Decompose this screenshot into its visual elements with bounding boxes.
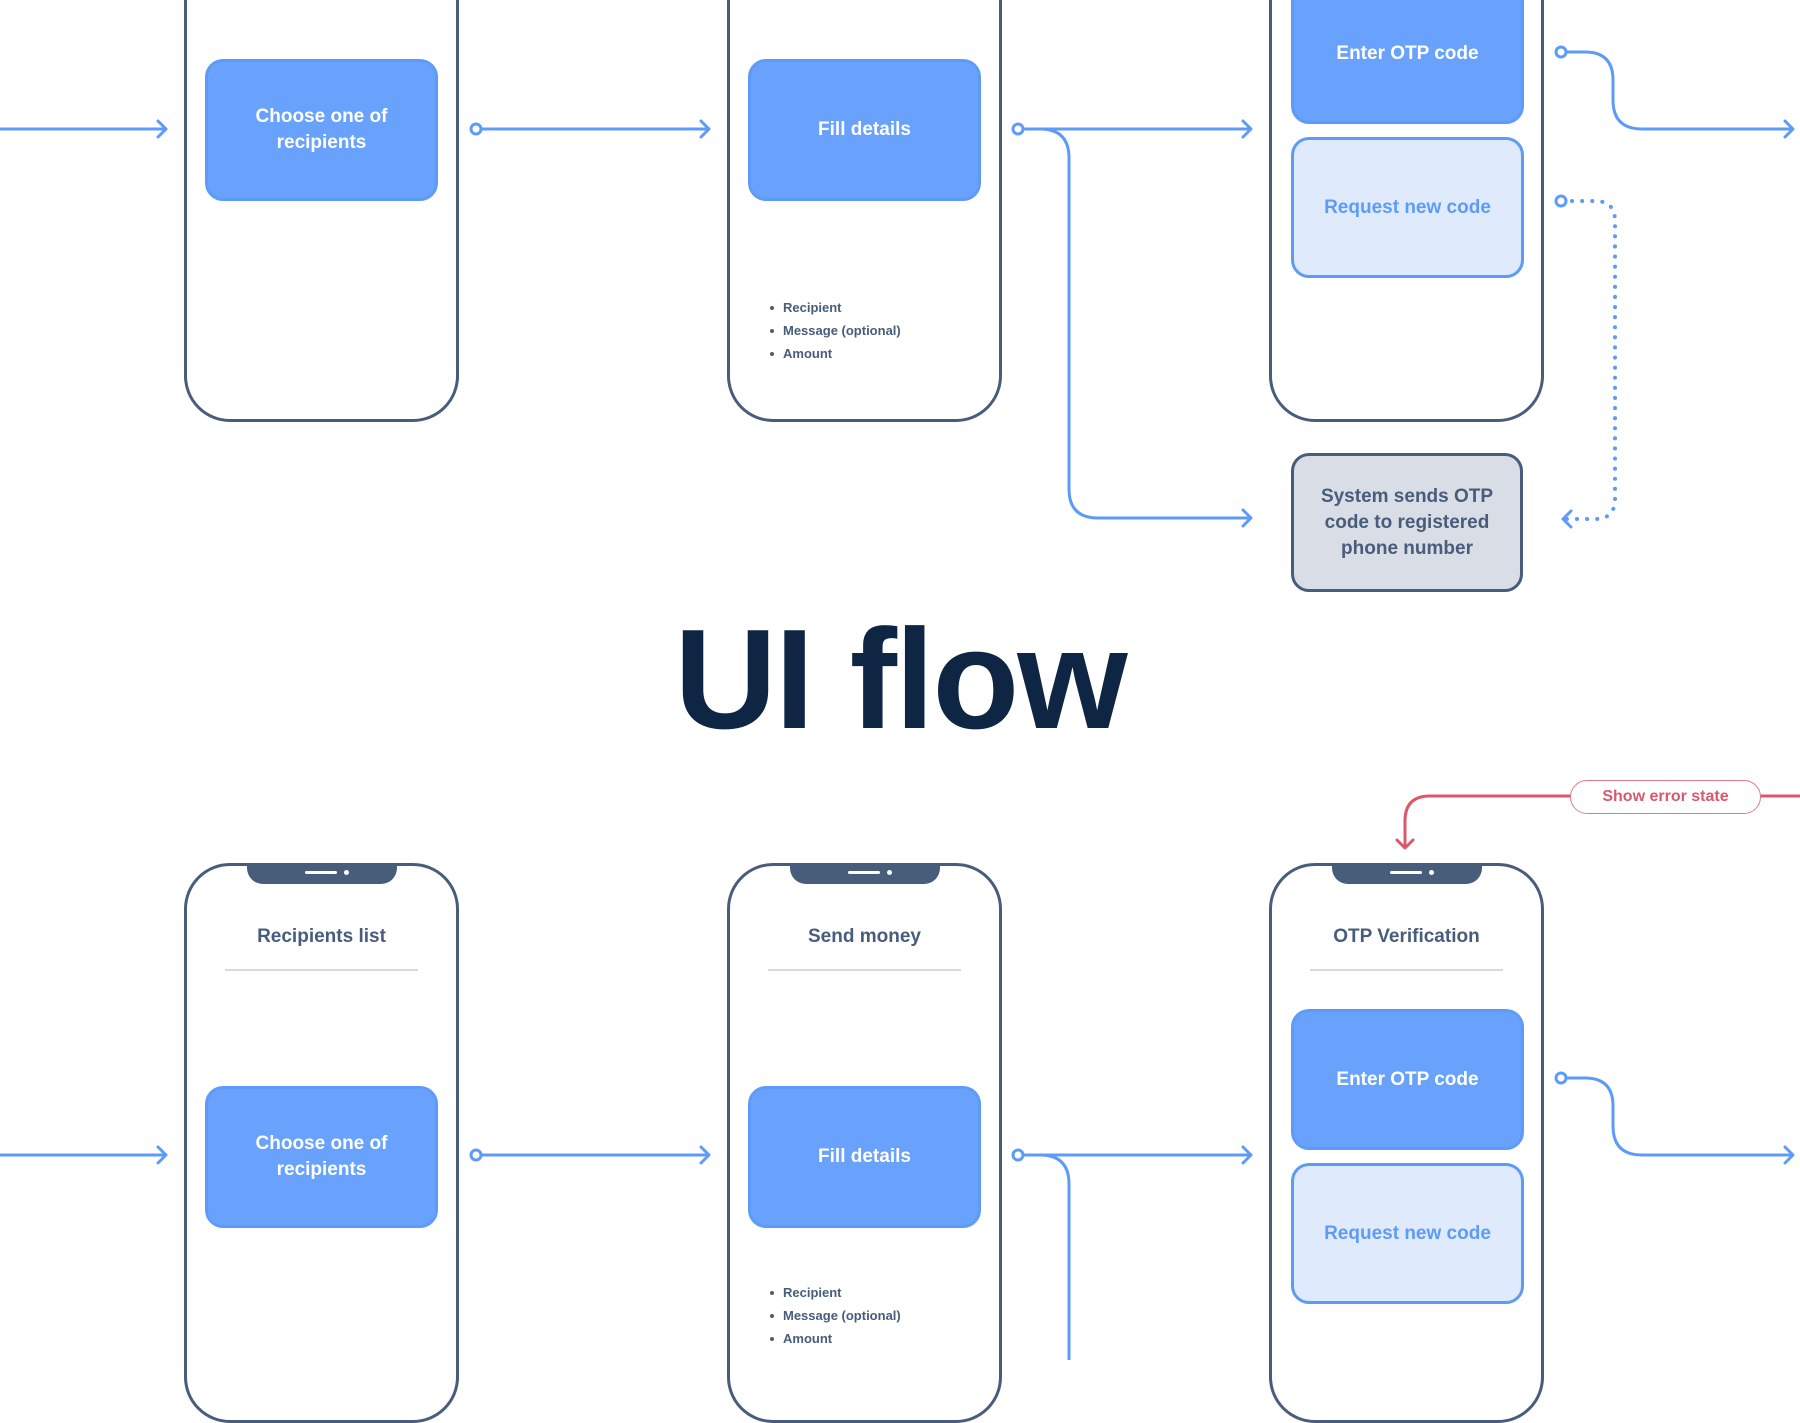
phone-notch — [789, 863, 940, 884]
connector-origin-dot — [1011, 122, 1025, 136]
enter-otp-button[interactable]: Enter OTP code — [1291, 0, 1524, 124]
page-title: UI flow — [674, 600, 1127, 759]
connector-origin-dot — [1554, 1071, 1568, 1085]
connector-origin-dot — [1554, 194, 1568, 208]
field-item-recipient: Recipient — [770, 296, 901, 319]
field-item-amount: Amount — [770, 342, 901, 365]
phone-screen-otp-verification: OTP Verification Enter OTP code Request … — [1269, 863, 1544, 1423]
divider — [225, 969, 418, 971]
field-item-message: Message (optional) — [770, 319, 901, 342]
connector-origin-dot — [1554, 45, 1568, 59]
phone-screen-send-money-top: Fill details Recipient Message (optional… — [727, 0, 1002, 422]
camera-icon — [1428, 870, 1434, 875]
divider — [768, 969, 961, 971]
connector-origin-dot — [469, 1148, 483, 1162]
phone-notch — [246, 863, 397, 884]
speaker-icon — [304, 871, 337, 874]
connector-otp-next-top — [1566, 50, 1795, 139]
phone-screen-otp-top: Enter OTP code Request new code — [1269, 0, 1544, 422]
screen-title: OTP Verification — [1333, 926, 1480, 947]
phone-screen-recipients: Recipients list Choose one of recipients — [184, 863, 459, 1423]
fill-details-button[interactable]: Fill details — [748, 59, 981, 201]
speaker-icon — [847, 871, 880, 874]
connector-screen2-to-system-top — [1039, 127, 1253, 528]
phone-notch — [1331, 863, 1482, 884]
screen-title: Send money — [808, 926, 921, 947]
show-error-state-label: Show error state — [1570, 780, 1761, 814]
fields-list: Recipient Message (optional) Amount — [770, 1281, 901, 1350]
connector-screen2-branch-bottom — [1039, 1153, 1071, 1360]
fields-list: Recipient Message (optional) Amount — [770, 296, 901, 365]
connector-origin-dot — [469, 122, 483, 136]
field-item-amount: Amount — [770, 1327, 901, 1350]
field-item-recipient: Recipient — [770, 1281, 901, 1304]
camera-icon — [886, 870, 892, 875]
connector-otp-next-bottom — [1566, 1076, 1795, 1165]
request-new-code-button[interactable]: Request new code — [1291, 137, 1524, 278]
choose-recipient-button[interactable]: Choose one of recipients — [205, 1086, 438, 1228]
phone-screen-recipients-top: Choose one of recipients — [184, 0, 459, 422]
request-new-code-button[interactable]: Request new code — [1291, 1163, 1524, 1304]
connector-origin-dot — [1011, 1148, 1025, 1162]
system-sends-otp-box: System sends OTP code to registered phon… — [1291, 453, 1523, 592]
enter-otp-button[interactable]: Enter OTP code — [1291, 1009, 1524, 1150]
connector-request-code-dotted — [1561, 199, 1617, 529]
fill-details-button[interactable]: Fill details — [748, 1086, 981, 1228]
phone-screen-send-money: Send money Fill details Recipient Messag… — [727, 863, 1002, 1423]
camera-icon — [343, 870, 349, 875]
divider — [1310, 969, 1503, 971]
screen-title: Recipients list — [257, 926, 386, 947]
speaker-icon — [1389, 871, 1422, 874]
choose-recipient-button[interactable]: Choose one of recipients — [205, 59, 438, 201]
field-item-message: Message (optional) — [770, 1304, 901, 1327]
